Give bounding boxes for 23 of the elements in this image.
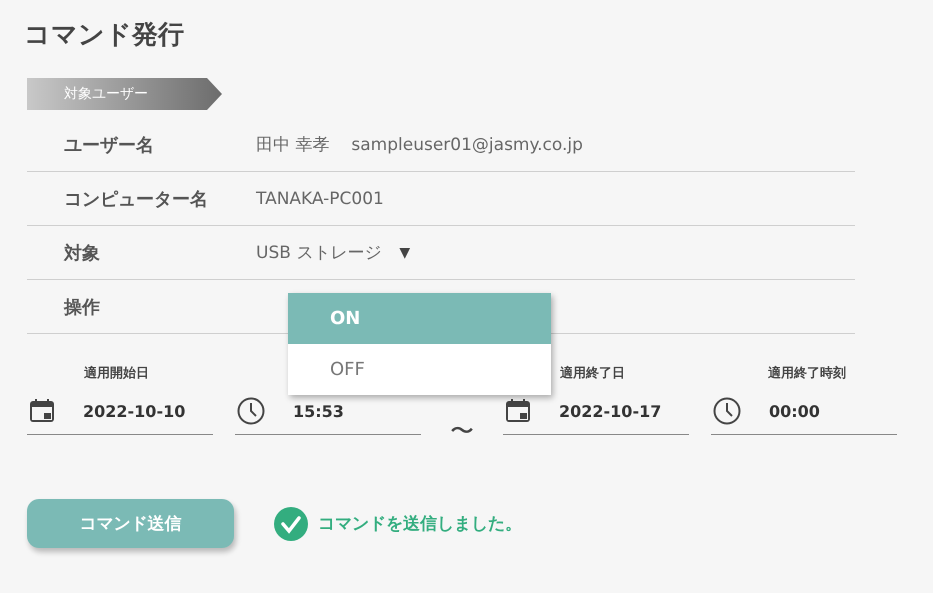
success-message: コマンドを送信しました。	[318, 513, 522, 535]
field-label: 対象	[62, 242, 101, 264]
clock-icon	[713, 397, 741, 425]
field-value: TANAKA-PC001	[256, 188, 384, 208]
page-title: コマンド発行	[24, 19, 184, 52]
field-label: コンピューター名	[63, 188, 209, 210]
field-value: 田中 幸孝	[256, 134, 330, 156]
field-label: ユーザー名	[63, 134, 155, 156]
field-value: USB ストレージ	[256, 242, 382, 264]
field-label: 操作	[62, 296, 101, 318]
field-label: 適用開始日	[84, 366, 149, 381]
field-label: 適用終了日	[560, 366, 625, 381]
date-time-field[interactable]: 2022-10-10	[27, 388, 213, 435]
field-label: 適用終了時刻	[768, 366, 846, 381]
calendar-icon	[505, 399, 531, 423]
caret-icon[interactable]: ▼	[399, 244, 410, 260]
field-value: sampleuser01@jasmy.co.jp	[351, 134, 583, 154]
date-time-field[interactable]: 00:00	[711, 388, 897, 435]
section-ribbon: 対象ユーザー	[27, 78, 222, 110]
clock-icon	[237, 397, 265, 425]
tilde-separator: 〜	[449, 416, 475, 447]
check-icon	[274, 506, 308, 540]
calendar-icon	[29, 399, 55, 423]
